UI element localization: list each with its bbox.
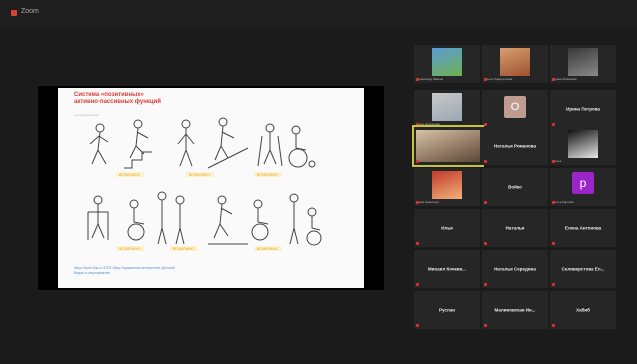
participant-tile[interactable]: Елена Антонова — [550, 209, 616, 247]
participant-caption: Ольга Лаврентьева — [485, 77, 513, 81]
figure-wheelchair-3 — [251, 199, 269, 241]
participant-tile[interactable]: Александр Иванов — [414, 45, 480, 83]
figure-ramp — [207, 117, 249, 169]
participant-video — [416, 130, 480, 162]
figure-assisted — [157, 191, 185, 245]
participant-tile[interactable]: Хабиб — [550, 291, 616, 329]
participant-caption: Ольга Карпова — [553, 200, 574, 204]
figure-label-2: ВОЗМОЖНО — [189, 173, 210, 177]
figure-label-6: ВОЗМОЖНО — [257, 247, 278, 251]
participant-tile[interactable]: Ольга — [550, 127, 616, 165]
figure-wheelchair-2 — [127, 199, 145, 241]
participant-video — [432, 48, 462, 76]
mic-muted-icon — [484, 78, 487, 81]
participant-name: Ирина Петрова — [566, 106, 600, 112]
participant-tile[interactable]: Михаил Кочкин... — [414, 250, 480, 288]
title-bar: Zoom — [0, 0, 637, 28]
participant-name: Наталья Романова — [494, 143, 536, 149]
shared-slide: Система «позитивных» активно-пассивных ф… — [58, 88, 364, 288]
figure-label-5: ВОЗМОЖНО — [173, 247, 194, 251]
mic-muted-icon — [416, 201, 419, 204]
participant-tile[interactable]: Ирина Романова — [550, 45, 616, 83]
mic-muted-icon — [552, 123, 555, 126]
participant-name: Хабиб — [576, 307, 590, 313]
slide-illustrations: ВОЗМОЖНО ВОЗМОЖНО ВОЗМОЖНО ВОЗМОЖНО ВОЗМ… — [87, 117, 322, 251]
participant-caption: Александр Иванов — [417, 77, 444, 81]
slide-link-line-2[interactable]: Видео-и-мероприятие — [74, 271, 175, 276]
participant-caption: Ирина Романова — [553, 77, 577, 81]
mic-muted-icon — [416, 123, 419, 126]
participant-tile[interactable]: O — [482, 90, 548, 128]
mic-muted-icon — [416, 324, 419, 327]
participant-name: Селиверстова Ел... — [561, 266, 605, 272]
participant-name: Малиновская Ин... — [494, 307, 536, 313]
participant-tile[interactable]: Ирина Петрова — [550, 90, 616, 128]
participant-name: Руслан — [439, 307, 455, 313]
figure-walking-1 — [89, 123, 109, 165]
participant-name: Войко — [508, 184, 522, 190]
participant-video — [568, 130, 598, 158]
participant-tile[interactable]: Анна Некрасова — [414, 90, 480, 128]
participant-video — [432, 93, 462, 121]
participant-tile[interactable]: Руслан — [414, 291, 480, 329]
mic-muted-icon — [416, 160, 419, 163]
mic-muted-icon — [484, 324, 487, 327]
participant-tile[interactable]: Войко — [482, 168, 548, 206]
mic-muted-icon — [416, 283, 419, 286]
figure-standing — [177, 119, 195, 167]
mic-muted-icon — [552, 201, 555, 204]
figure-walker — [87, 195, 109, 240]
slide-link[interactable]: https://www.Мы-и-ЭТОТ-Мир.Упражнения.инт… — [74, 266, 175, 276]
participant-video — [432, 171, 462, 199]
participant-name: Наталья — [505, 225, 525, 231]
participant-tile[interactable] — [412, 125, 484, 167]
participant-video — [568, 48, 598, 76]
participant-video — [500, 48, 530, 76]
participant-tile[interactable]: Наталья Романова — [482, 127, 548, 165]
figure-label-3: ВОЗМОЖНО — [257, 173, 278, 177]
mic-muted-icon — [552, 160, 555, 163]
figure-crutches — [257, 123, 283, 167]
figure-label-4: ВОЗМОЖНО — [119, 247, 140, 251]
mic-muted-icon — [552, 283, 555, 286]
participant-tile[interactable]: p Ольга Карпова — [550, 168, 616, 206]
figure-pair — [289, 193, 322, 246]
mic-muted-icon — [484, 160, 487, 163]
participant-name: Илья — [441, 225, 453, 231]
participant-avatar: O — [504, 96, 526, 118]
figure-label-1: ВОЗМОЖНО — [119, 173, 140, 177]
participant-name: Елена Антонова — [564, 225, 602, 231]
figure-stepping — [208, 195, 248, 245]
mic-muted-icon — [416, 242, 419, 245]
participant-name: Наталья Середина — [494, 266, 536, 272]
zoom-app-icon — [11, 10, 17, 16]
participant-caption: Анна Некрасова — [417, 122, 440, 126]
mic-muted-icon — [484, 201, 487, 204]
participant-name: Михаил Кочкин... — [428, 266, 466, 272]
figure-wheelchair-1 — [288, 125, 316, 168]
participant-avatar: p — [572, 172, 594, 194]
mic-muted-icon — [552, 324, 555, 327]
mic-muted-icon — [484, 283, 487, 286]
participant-tile[interactable]: Наталья Середина — [482, 250, 548, 288]
mic-muted-icon — [484, 242, 487, 245]
participant-caption: Анна Ковальчук — [417, 200, 439, 204]
participant-tile[interactable]: Селиверстова Ел... — [550, 250, 616, 288]
participant-tile[interactable]: Малиновская Ин... — [482, 291, 548, 329]
figure-stairs — [124, 119, 152, 169]
participant-tile[interactable]: Анна Ковальчук — [414, 168, 480, 206]
participant-tile[interactable]: Илья — [414, 209, 480, 247]
participant-tile[interactable]: Наталья — [482, 209, 548, 247]
mic-muted-icon — [484, 123, 487, 126]
window-title: Zoom — [21, 8, 39, 15]
mic-muted-icon — [552, 78, 555, 81]
mic-muted-icon — [416, 78, 419, 81]
mic-muted-icon — [552, 242, 555, 245]
participant-tile[interactable]: Ольга Лаврентьева — [482, 45, 548, 83]
